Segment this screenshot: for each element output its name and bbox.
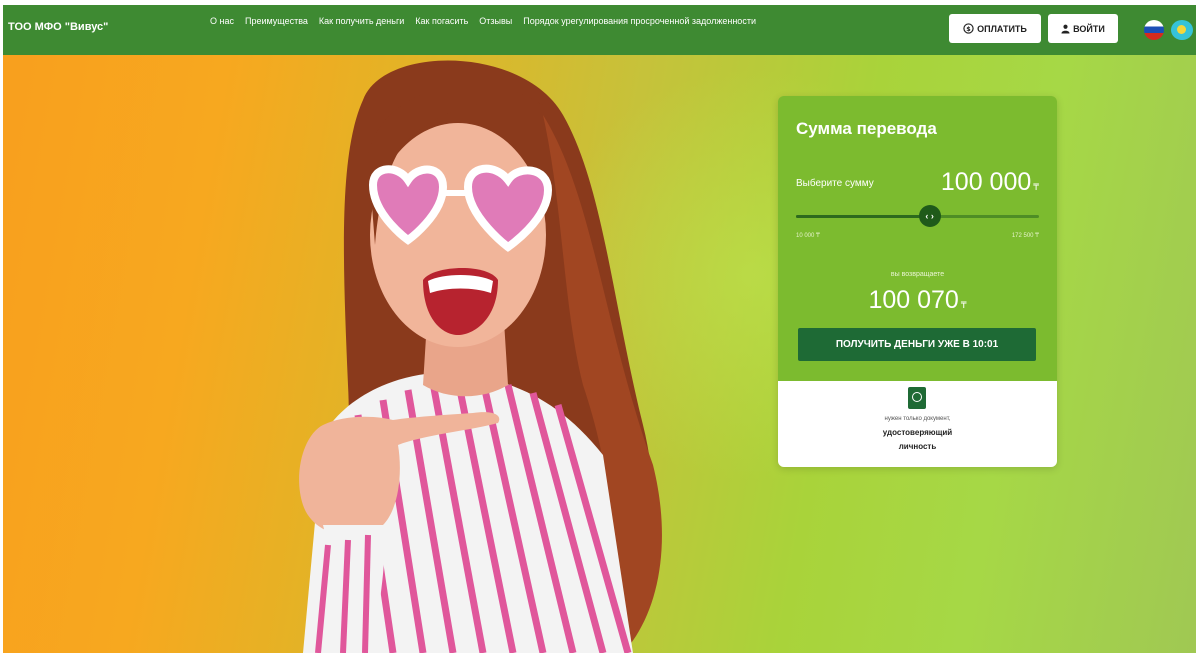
landing-page: ТОО МФО "Вивус" О нас Преимущества Как п… bbox=[3, 5, 1196, 653]
login-button-label: ВОЙТИ bbox=[1073, 23, 1105, 34]
document-note-line1: нужен только документ, bbox=[884, 416, 951, 422]
login-button[interactable]: ВОЙТИ bbox=[1048, 14, 1118, 43]
kazakh-flag-icon[interactable] bbox=[1171, 20, 1193, 40]
svg-text:$: $ bbox=[966, 25, 971, 33]
pay-button-label: ОПЛАТИТЬ bbox=[977, 23, 1027, 34]
selected-amount-value: 100 000 bbox=[940, 168, 1032, 196]
brand-logo-text[interactable]: ТОО МФО "Вивус" bbox=[8, 21, 108, 33]
nav-link-how-to-get[interactable]: Как получить деньги bbox=[319, 16, 404, 30]
money-circle-icon: $ bbox=[963, 23, 974, 34]
calculator-title: Сумма перевода bbox=[796, 119, 937, 138]
nav-link-about[interactable]: О нас bbox=[210, 16, 234, 30]
slider-max-label: 172 500 ₸ bbox=[1011, 233, 1039, 239]
currency-sign: ₸ bbox=[1033, 182, 1039, 192]
nav-links: О нас Преимущества Как получить деньги К… bbox=[210, 16, 756, 30]
selected-amount: 100 000 ₸ bbox=[941, 168, 1039, 197]
document-info: нужен только документ, удостоверяющий ли… bbox=[778, 381, 1057, 467]
return-amount-value: 100 070 bbox=[868, 286, 959, 314]
document-note-line3: личность bbox=[898, 442, 937, 451]
top-navbar: ТОО МФО "Вивус" О нас Преимущества Как п… bbox=[3, 5, 1196, 55]
choose-amount-label: Выберите сумму bbox=[796, 178, 874, 189]
return-label: вы возвращаете bbox=[890, 271, 945, 278]
amount-slider-thumb[interactable]: ‹ › bbox=[918, 205, 941, 227]
passport-icon bbox=[908, 387, 926, 409]
russian-flag-icon[interactable] bbox=[1144, 20, 1164, 40]
nav-link-how-to-repay[interactable]: Как погасить bbox=[415, 16, 468, 30]
arrows-left-right-icon: ‹ › bbox=[925, 211, 934, 221]
return-amount: 100 070 ₸ bbox=[778, 286, 1057, 315]
return-currency-sign: ₸ bbox=[960, 300, 967, 310]
nav-link-debt-settlement[interactable]: Порядок урегулирования просроченной задо… bbox=[523, 16, 756, 30]
calculator-panel: Сумма перевода Выберите сумму 100 000 ₸ ‹… bbox=[778, 96, 1057, 381]
document-note-line2: удостоверяющий bbox=[882, 428, 953, 437]
get-money-button[interactable]: ПОЛУЧИТЬ ДЕНЬГИ УЖЕ В 10:01 bbox=[798, 328, 1036, 361]
nav-link-advantages[interactable]: Преимущества bbox=[245, 16, 308, 30]
slider-min-label: 10 000 ₸ bbox=[796, 233, 820, 239]
pay-button[interactable]: $ ОПЛАТИТЬ bbox=[949, 14, 1041, 43]
amount-slider-fill bbox=[796, 215, 930, 218]
user-icon bbox=[1061, 24, 1070, 33]
nav-link-reviews[interactable]: Отзывы bbox=[479, 16, 512, 30]
amount-slider-track[interactable] bbox=[796, 215, 1039, 218]
loan-calculator-card: Сумма перевода Выберите сумму 100 000 ₸ ‹… bbox=[778, 96, 1057, 467]
